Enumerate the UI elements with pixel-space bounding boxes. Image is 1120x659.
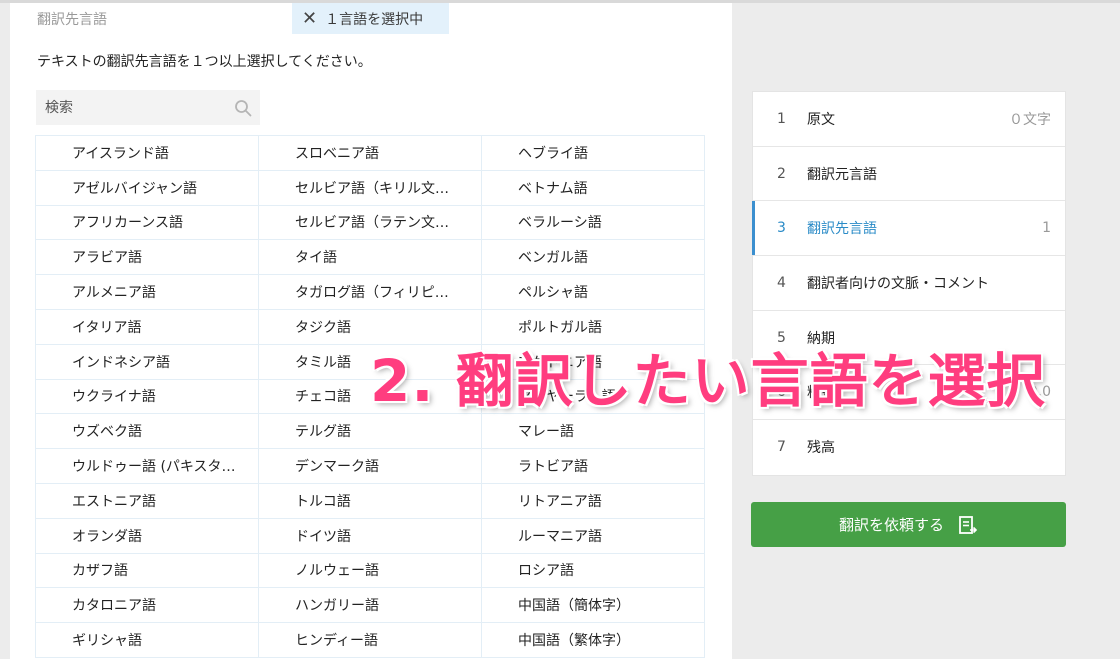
step-number: 1 <box>777 110 786 127</box>
language-option[interactable]: ドイツ語 <box>258 517 482 554</box>
selected-count-chip[interactable]: ✕ １言語を選択中 <box>292 3 449 34</box>
language-option[interactable]: ノルウェー語 <box>258 552 482 589</box>
step-label: 原文 <box>807 111 835 128</box>
language-option[interactable]: オランダ語 <box>35 517 259 554</box>
close-icon[interactable]: ✕ <box>302 9 317 28</box>
language-option[interactable]: アゼルバイジャン語 <box>35 169 259 206</box>
request-button-label: 翻訳を依頼する <box>838 516 944 534</box>
language-option[interactable]: ベンガル語 <box>481 239 705 276</box>
language-option[interactable]: タイ語 <box>258 239 482 276</box>
step-item-7[interactable]: 7 残高 <box>753 420 1065 475</box>
section-label: 翻訳先言語 <box>37 12 107 28</box>
language-option[interactable]: ウクライナ語 <box>35 378 259 415</box>
language-option[interactable]: ヒンディー語 <box>258 622 482 658</box>
step-number: 4 <box>777 274 786 291</box>
language-option[interactable]: ベトナム語 <box>481 169 705 206</box>
step-label: 翻訳元言語 <box>807 166 877 183</box>
language-option[interactable]: セルビア語（ラテン文… <box>258 204 482 241</box>
language-option[interactable]: スロベニア語 <box>258 135 482 171</box>
language-option[interactable]: アイスランド語 <box>35 135 259 171</box>
step-meta: ０文字 <box>1009 111 1051 128</box>
language-option[interactable]: 中国語（繁体字） <box>481 622 705 658</box>
language-option[interactable]: イタリア語 <box>35 308 259 345</box>
language-option[interactable]: ハンガリー語 <box>258 587 482 624</box>
selected-count-label: １言語を選択中 <box>325 11 424 28</box>
language-option[interactable]: ペルシャ語 <box>481 274 705 310</box>
search-input[interactable] <box>36 90 226 125</box>
language-option[interactable]: ギリシャ語 <box>35 622 259 658</box>
language-option[interactable]: エストニア語 <box>35 482 259 519</box>
language-option[interactable]: ウズベク語 <box>35 413 259 450</box>
step-item-1[interactable]: 1 原文 ０文字 <box>753 92 1065 147</box>
language-option[interactable]: タガログ語（フィリピ… <box>258 274 482 310</box>
step-label: 残高 <box>807 440 835 457</box>
document-arrow-icon <box>959 515 978 534</box>
step-number: 2 <box>777 165 786 182</box>
search-icon[interactable] <box>234 99 252 117</box>
language-option[interactable]: ロシア語 <box>481 552 705 589</box>
language-option[interactable]: インドネシア語 <box>35 343 259 380</box>
overlay-annotation: 2. 翻訳したい言語を選択 <box>370 347 1046 415</box>
language-option[interactable]: アラビア語 <box>35 239 259 276</box>
language-option[interactable]: テルグ語 <box>258 413 482 450</box>
step-meta: 1 <box>1042 220 1051 237</box>
language-option[interactable]: ベラルーシ語 <box>481 204 705 241</box>
step-number: 7 <box>777 439 786 456</box>
step-label: 翻訳者向けの文脈・コメント <box>807 275 989 292</box>
language-option[interactable]: 中国語（簡体字） <box>481 587 705 624</box>
step-number: 3 <box>777 220 786 237</box>
language-option[interactable]: ラトビア語 <box>481 448 705 484</box>
language-option[interactable]: アフリカーンス語 <box>35 204 259 241</box>
request-translation-button[interactable]: 翻訳を依頼する <box>751 502 1066 547</box>
step-item-4[interactable]: 4 翻訳者向けの文脈・コメント <box>753 256 1065 311</box>
language-option[interactable]: カタロニア語 <box>35 587 259 624</box>
language-option[interactable]: デンマーク語 <box>258 448 482 484</box>
step-item-2[interactable]: 2 翻訳元言語 <box>753 147 1065 202</box>
steps-sidebar: 1 原文 ０文字 2 翻訳元言語 3 翻訳先言語 1 4 翻訳者向けの文脈・コメント 5 納期 6 料金 0… <box>752 91 1066 476</box>
step-label: 翻訳先言語 <box>807 221 877 238</box>
language-option[interactable]: トルコ語 <box>258 482 482 519</box>
language-option[interactable]: ヘブライ語 <box>481 135 705 171</box>
instruction-text: テキストの翻訳先言語を１つ以上選択してください。 <box>37 54 372 70</box>
language-option[interactable]: ウルドゥー語 (パキスタ… <box>35 448 259 484</box>
search-box <box>36 90 260 125</box>
language-option[interactable]: カザフ語 <box>35 552 259 589</box>
target-language-panel: 翻訳先言語 ✕ １言語を選択中 テキストの翻訳先言語を１つ以上選択してください。… <box>10 3 732 659</box>
language-option[interactable]: セルビア語（キリル文… <box>258 169 482 206</box>
language-option[interactable]: ルーマニア語 <box>481 517 705 554</box>
language-option[interactable]: アルメニア語 <box>35 274 259 310</box>
language-option[interactable]: リトアニア語 <box>481 482 705 519</box>
language-option[interactable]: マレー語 <box>481 413 705 450</box>
step-item-3[interactable]: 3 翻訳先言語 1 <box>752 201 1065 257</box>
